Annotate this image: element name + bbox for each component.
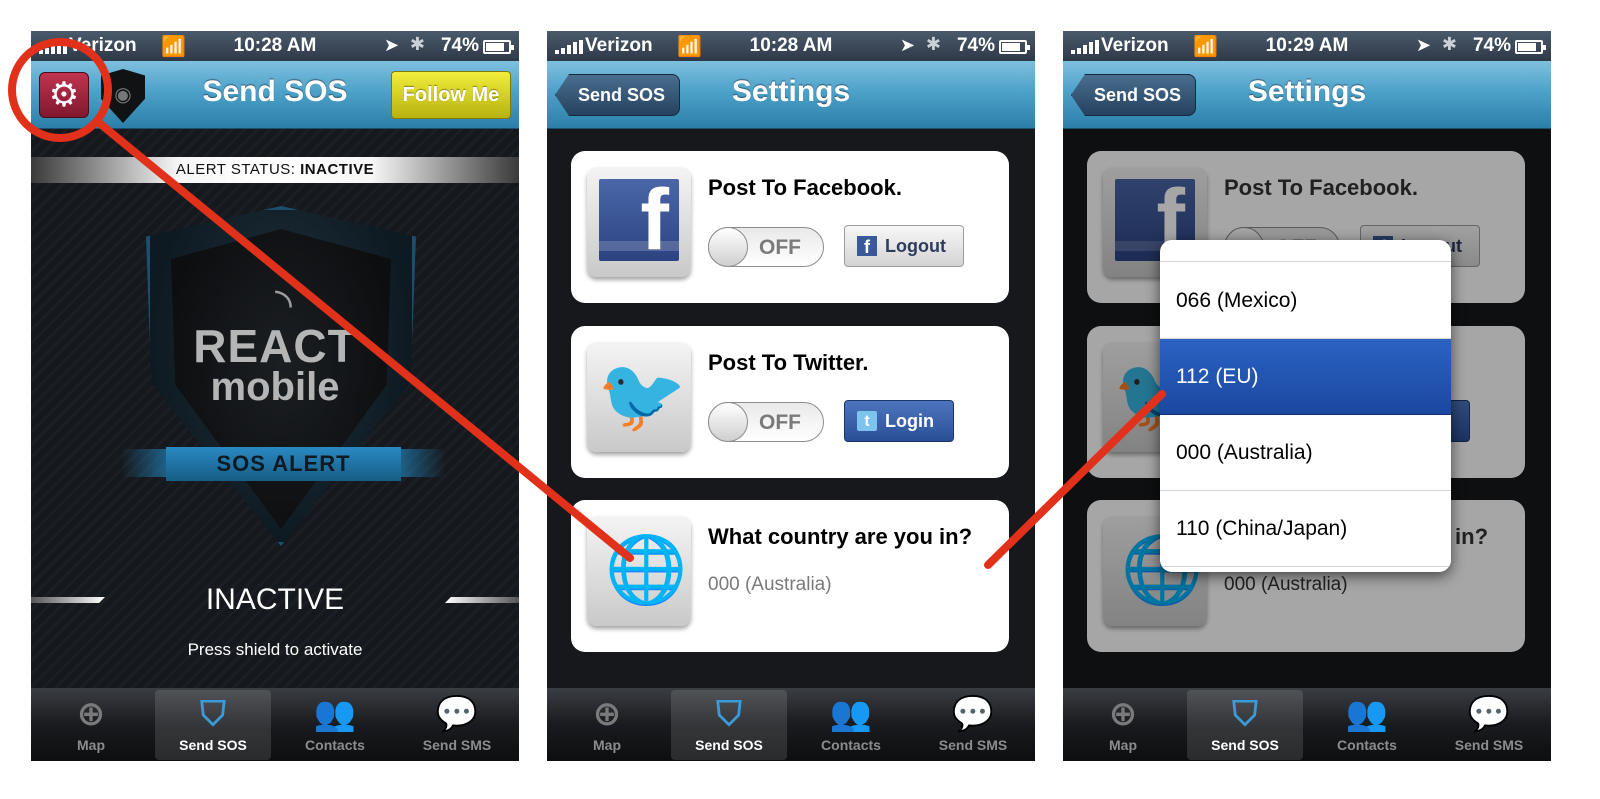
country-title: What country are you in? xyxy=(708,524,973,549)
contacts-icon: 👥 xyxy=(829,695,873,733)
phone-send-sos: Verizon 📶 10:28 AM ➤ ✱ 74% ⚙ ◉ Send SOS … xyxy=(31,31,519,761)
map-crosshair-icon: ⊕ xyxy=(76,695,106,733)
battery-percent: 74% xyxy=(440,35,479,56)
logo-mobile: mobile xyxy=(210,365,340,409)
facebook-small-icon: f xyxy=(857,236,877,257)
country-value[interactable]: 000 (Australia) xyxy=(708,574,832,596)
nav-bar: Send SOS Settings xyxy=(1063,61,1551,129)
status-bar: Verizon 📶 10:28 AM ➤ ✱ 74% xyxy=(31,31,519,61)
tab-bar: ⊕ Map ⛉ Send SOS 👥 Contacts 💬 Send SMS xyxy=(547,688,1035,761)
twitter-card: 🐦 Post To Twitter. OFF tLogin xyxy=(571,326,1009,478)
battery-icon xyxy=(1515,40,1546,54)
shield-icon: ⛉ xyxy=(1232,695,1258,733)
screenshot-stage: Verizon 📶 10:28 AM ➤ ✱ 74% ⚙ ◉ Send SOS … xyxy=(0,0,1600,799)
page-title: Settings xyxy=(731,75,851,108)
annotation-circle xyxy=(8,38,112,142)
facebook-logout-button[interactable]: f Logout xyxy=(844,225,964,267)
alert-status-strip: ALERT STATUS: INACTIVE xyxy=(31,157,519,183)
sms-bubble-icon: 💬 xyxy=(435,695,479,733)
tab-contacts[interactable]: 👥 Contacts xyxy=(793,690,909,760)
location-arrow-icon: ➤ xyxy=(383,35,399,55)
country-card[interactable]: 🌐 What country are you in? 000 (Australi… xyxy=(571,500,1009,652)
contacts-icon: 👥 xyxy=(1345,695,1389,733)
follow-me-button[interactable]: Follow Me xyxy=(391,71,511,119)
tab-send-sms[interactable]: 💬 Send SMS xyxy=(399,690,515,760)
country-picker: 066 (Mexico) 112 (EU) 000 (Australia) 11… xyxy=(1160,240,1451,572)
twitter-toggle[interactable]: OFF xyxy=(708,402,824,442)
tab-bar: ⊕ Map ⛉ Send SOS 👥 Contacts 💬 Send SMS xyxy=(1063,688,1551,761)
picker-option[interactable]: 110 (China/Japan) xyxy=(1160,491,1451,567)
battery-percent: 74% xyxy=(956,35,995,56)
tab-send-sms[interactable]: 💬 Send SMS xyxy=(915,690,1031,760)
phone-settings: Verizon 📶 10:28 AM ➤ ✱ 74% Send SOS Sett… xyxy=(547,31,1035,761)
tab-send-sos[interactable]: ⛉ Send SOS xyxy=(155,690,271,760)
location-arrow-icon: ➤ xyxy=(1415,35,1431,55)
bluetooth-icon: ✱ xyxy=(409,34,425,54)
sms-bubble-icon: 💬 xyxy=(951,695,995,733)
bluetooth-icon: ✱ xyxy=(925,34,941,54)
location-arrow-icon: ➤ xyxy=(899,35,915,55)
tab-send-sms[interactable]: 💬 Send SMS xyxy=(1431,690,1547,760)
tab-contacts[interactable]: 👥 Contacts xyxy=(277,690,393,760)
shield-icon: ⛉ xyxy=(716,695,742,733)
tab-map[interactable]: ⊕ Map xyxy=(1065,690,1181,760)
twitter-small-icon: t xyxy=(857,411,877,431)
status-bar: Verizon 📶 10:29 AM ➤ ✱ 74% xyxy=(1063,31,1551,61)
twitter-login-button[interactable]: t Login xyxy=(844,400,954,442)
sos-alert-banner: SOS ALERT xyxy=(166,447,401,481)
tab-send-sos[interactable]: ⛉ Send SOS xyxy=(1187,690,1303,760)
tab-contacts[interactable]: 👥 Contacts xyxy=(1309,690,1425,760)
map-crosshair-icon: ⊕ xyxy=(592,695,622,733)
battery-icon xyxy=(483,40,514,54)
status-bar: Verizon 📶 10:28 AM ➤ ✱ 74% xyxy=(547,31,1035,61)
bluetooth-icon: ✱ xyxy=(1441,34,1457,54)
alert-status-label: ALERT STATUS: xyxy=(175,161,296,178)
twitter-title: Post To Twitter. xyxy=(708,350,869,375)
alert-status-value: INACTIVE xyxy=(300,161,375,178)
facebook-card: f Post To Facebook. OFF fLogout xyxy=(571,151,1009,303)
tab-map[interactable]: ⊕ Map xyxy=(549,690,665,760)
tab-map[interactable]: ⊕ Map xyxy=(33,690,149,760)
status-text: INACTIVE xyxy=(205,583,345,616)
facebook-title: Post To Facebook. xyxy=(708,175,902,200)
nav-bar: Send SOS Settings xyxy=(547,61,1035,129)
tab-bar: ⊕ Map ⛉ Send SOS 👥 Contacts 💬 Send SMS xyxy=(31,688,519,761)
shield-icon: ⛉ xyxy=(200,695,226,733)
battery-icon xyxy=(999,40,1030,54)
picker-option[interactable]: 000 (Australia) xyxy=(1160,415,1451,491)
picker-option[interactable]: 066 (Mexico) xyxy=(1160,263,1451,339)
twitter-icon: 🐦 xyxy=(587,342,691,452)
map-crosshair-icon: ⊕ xyxy=(1108,695,1138,733)
globe-icon: 🌐 xyxy=(587,516,691,626)
contacts-icon: 👥 xyxy=(313,695,357,733)
facebook-icon: f xyxy=(587,167,691,277)
battery-percent: 74% xyxy=(1472,35,1511,56)
activation-hint: Press shield to activate xyxy=(187,640,363,659)
picker-option-selected[interactable]: 112 (EU) xyxy=(1160,339,1451,415)
page-title: Settings xyxy=(1247,75,1367,108)
picker-option-hidden xyxy=(1160,240,1451,262)
tab-send-sos[interactable]: ⛉ Send SOS xyxy=(671,690,787,760)
facebook-toggle[interactable]: OFF xyxy=(708,227,824,267)
sms-bubble-icon: 💬 xyxy=(1467,695,1511,733)
